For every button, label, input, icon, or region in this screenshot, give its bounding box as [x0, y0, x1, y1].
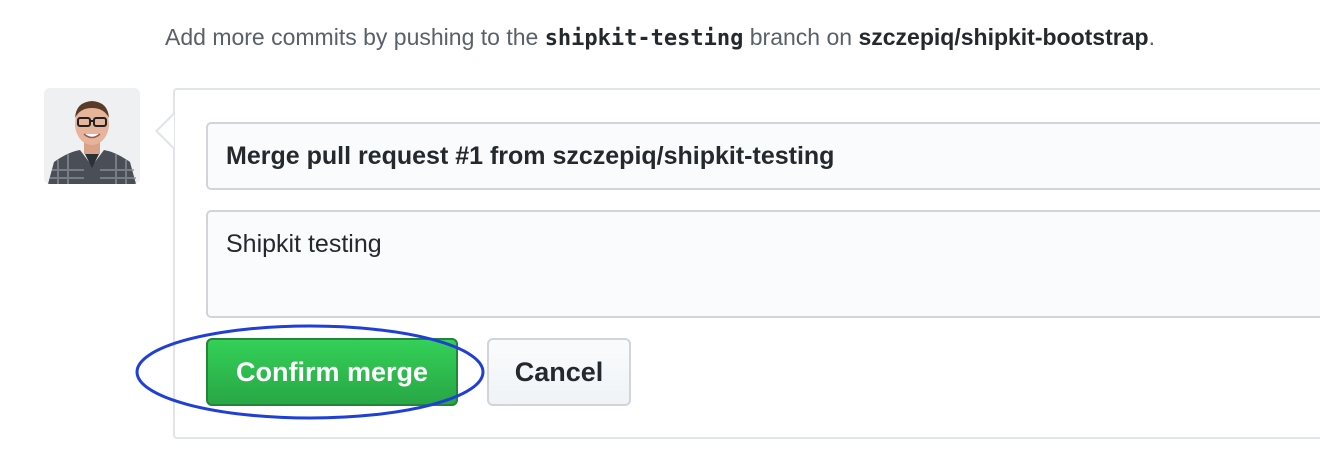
user-avatar[interactable]	[44, 88, 140, 184]
panel-pointer-inner	[158, 115, 174, 147]
commit-title-input[interactable]	[206, 122, 1320, 190]
merge-hint-text: Add more commits by pushing to the shipk…	[165, 24, 1155, 51]
hint-suffix: .	[1148, 24, 1155, 50]
cancel-button[interactable]: Cancel	[487, 338, 631, 406]
hint-prefix: Add more commits by pushing to the	[165, 24, 545, 50]
hint-middle: branch on	[743, 24, 859, 50]
repo-name: szczepiq/shipkit-bootstrap	[858, 24, 1149, 50]
commit-message-textarea[interactable]: Shipkit testing	[206, 210, 1320, 318]
confirm-merge-button[interactable]: Confirm merge	[206, 338, 458, 406]
avatar-photo	[44, 88, 140, 184]
branch-name: shipkit-testing	[544, 26, 744, 51]
